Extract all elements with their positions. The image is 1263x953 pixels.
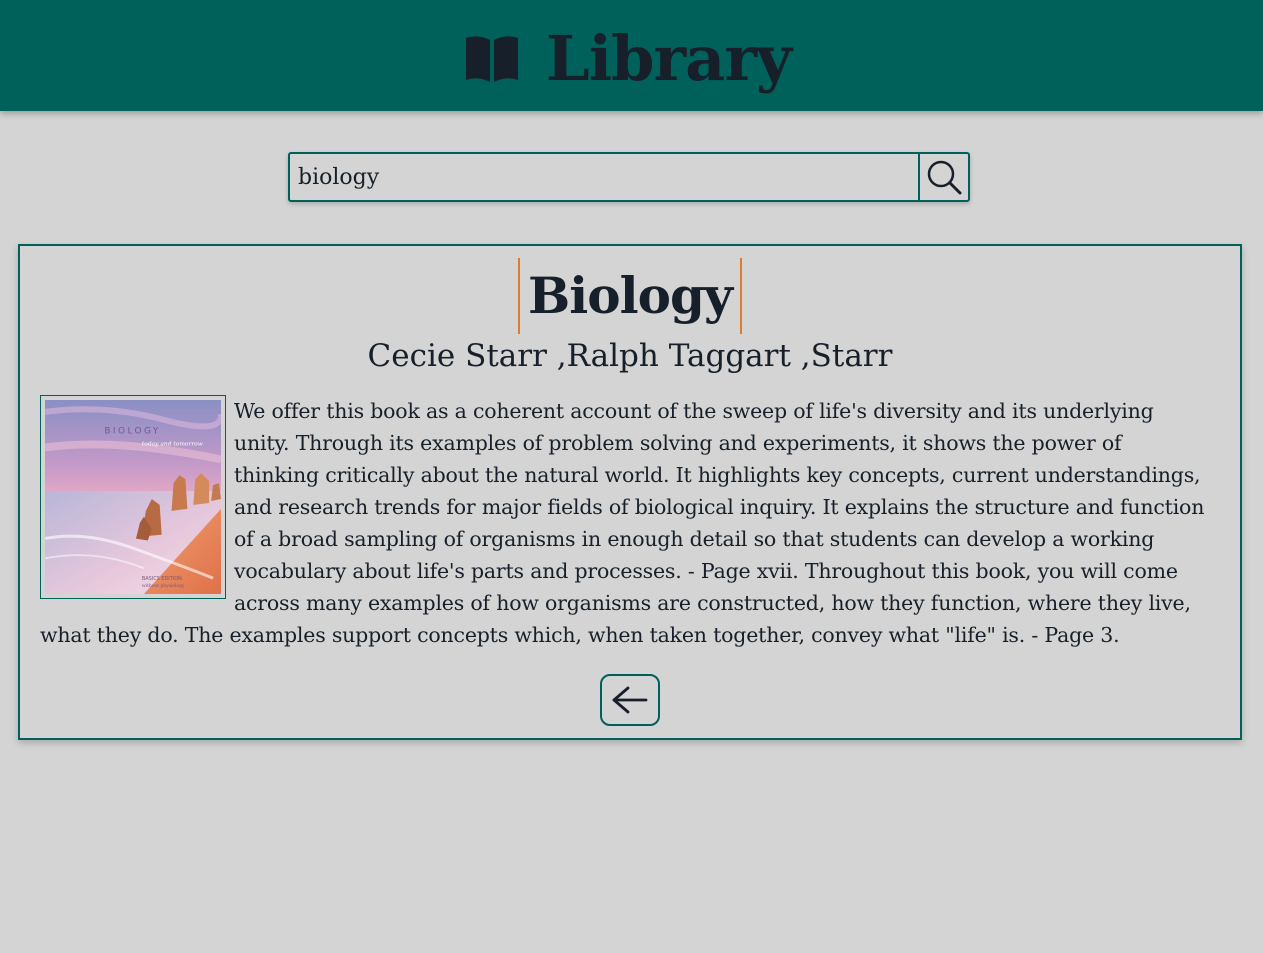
app-header: Library: [0, 0, 1263, 111]
search-icon: [927, 160, 962, 195]
back-button[interactable]: [600, 674, 660, 726]
title-wrap: Biology: [20, 258, 1240, 334]
open-book-icon: [465, 35, 518, 82]
book-cover: BIOLOGY today and tomorrow BASICS EDITIO…: [40, 395, 226, 599]
book-authors: Cecie Starr ,Ralph Taggart ,Starr: [367, 338, 893, 374]
book-title: Biology: [518, 258, 742, 334]
brand: Library: [464, 21, 792, 95]
search-button[interactable]: [918, 154, 968, 200]
search-input[interactable]: [290, 154, 918, 200]
cover-edition-sub: without physiology: [142, 584, 185, 589]
search-bar: [288, 152, 970, 202]
cover-title: BIOLOGY: [104, 427, 161, 437]
cover-subtitle: today and tomorrow: [142, 441, 203, 448]
book-detail-card: Biology Cecie Starr ,Ralph Taggart ,Star…: [18, 244, 1242, 740]
app-title: Library: [545, 21, 792, 95]
arrow-left-icon: [612, 686, 648, 714]
book-content: BIOLOGY today and tomorrow BASICS EDITIO…: [40, 395, 1208, 651]
cover-edition: BASICS EDITION: [142, 576, 182, 582]
cover-image: BIOLOGY today and tomorrow BASICS EDITIO…: [45, 400, 221, 594]
